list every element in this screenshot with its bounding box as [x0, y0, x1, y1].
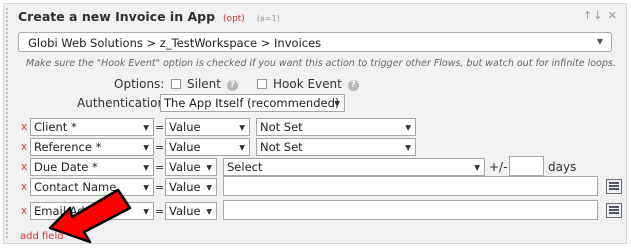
hook-event-checkbox[interactable]	[257, 79, 267, 89]
account-select[interactable]: Globi Web Solutions > z_TestWorkspace > …	[18, 32, 612, 52]
chevron-down-icon: ▼	[405, 123, 411, 132]
add-field-link[interactable]: add field	[20, 231, 64, 242]
options-label: Options:	[114, 77, 165, 91]
silent-option[interactable]: Silent?	[171, 77, 238, 91]
equals-sign: =	[155, 141, 165, 154]
chevron-down-icon: ▼	[206, 207, 212, 216]
close-icon[interactable]: ✕	[608, 9, 618, 22]
days-offset-input[interactable]	[509, 156, 544, 176]
mode-value: Value	[169, 180, 201, 194]
value-text: Select	[227, 160, 263, 174]
mode-value: Value	[169, 140, 201, 154]
action-panel: Create a new Invoice in App (opt) (a=1) ↑↓…	[3, 3, 627, 244]
remove-field-button[interactable]: x	[21, 181, 27, 193]
days-label: days	[548, 160, 577, 174]
mode-select[interactable]: Value ▼	[165, 178, 217, 196]
value-select[interactable]: Not Set ▼	[256, 138, 416, 156]
authentication-label: Authentication:	[77, 96, 170, 110]
remove-field-button[interactable]: x	[21, 161, 27, 173]
chevron-down-icon: ▼	[239, 123, 245, 132]
help-icon[interactable]: ?	[347, 80, 359, 91]
mode-select[interactable]: Value ▼	[165, 138, 250, 156]
remove-field-button[interactable]: x	[21, 121, 27, 133]
chevron-down-icon: ▼	[206, 183, 212, 192]
action-title-text: Create a new Invoice in App	[18, 9, 216, 24]
action-controls: ↑↓ ✕	[583, 9, 618, 22]
equals-sign: =	[155, 161, 165, 174]
authentication-value: The App Itself (recommended)	[164, 96, 340, 110]
chevron-down-icon: ▼	[596, 37, 603, 46]
date-select[interactable]: Select ▼	[223, 158, 485, 176]
authentication-select[interactable]: The App Itself (recommended) ▼	[160, 94, 345, 112]
hook-event-option[interactable]: Hook Event?	[257, 77, 359, 91]
optional-label: (opt)	[223, 14, 245, 24]
equals-sign: =	[155, 205, 165, 218]
account-path: Globi Web Solutions > z_TestWorkspace > …	[28, 36, 322, 50]
equals-sign: =	[155, 121, 165, 134]
hook-event-note: Make sure the "Hook Event" option is che…	[26, 58, 616, 69]
chevron-down-icon: ▼	[206, 163, 212, 172]
value-input[interactable]	[223, 176, 598, 196]
field-select[interactable]: Reference * ▼	[30, 138, 154, 156]
chevron-down-icon: ▼	[405, 143, 411, 152]
move-up-icon[interactable]: ↑	[583, 9, 593, 22]
chevron-down-icon: ▼	[143, 163, 149, 172]
mode-select[interactable]: Value ▼	[165, 202, 217, 220]
mode-select[interactable]: Value ▼	[165, 118, 250, 136]
mode-value: Value	[169, 160, 201, 174]
field-name: Reference *	[34, 140, 102, 154]
move-down-icon[interactable]: ↓	[593, 9, 603, 22]
action-title: Create a new Invoice in App (opt) (a=1)	[18, 9, 280, 24]
silent-checkbox[interactable]	[171, 79, 181, 89]
value-text: Not Set	[260, 140, 303, 154]
drag-handle[interactable]	[5, 7, 9, 240]
chevron-down-icon: ▼	[334, 99, 340, 108]
chevron-down-icon: ▼	[143, 143, 149, 152]
value-text: Not Set	[260, 120, 303, 134]
silent-label: Silent	[187, 77, 221, 91]
remove-field-button[interactable]: x	[21, 141, 27, 153]
offset-label: +/-	[489, 160, 508, 174]
action-id: (a=1)	[256, 14, 280, 23]
chevron-down-icon: ▼	[474, 163, 480, 172]
value-select[interactable]: Not Set ▼	[256, 118, 416, 136]
help-icon[interactable]: ?	[226, 80, 238, 91]
mode-value: Value	[169, 120, 201, 134]
chevron-down-icon: ▼	[143, 123, 149, 132]
field-select[interactable]: Client * ▼	[30, 118, 154, 136]
mode-value: Value	[169, 204, 201, 218]
text-picker-icon[interactable]	[606, 203, 622, 218]
chevron-down-icon: ▼	[239, 143, 245, 152]
hook-event-label: Hook Event	[273, 77, 342, 91]
field-select[interactable]: Due Date * ▼	[30, 158, 154, 176]
equals-sign: =	[155, 181, 165, 194]
remove-field-button[interactable]: x	[21, 205, 27, 217]
field-name: Client *	[34, 120, 77, 134]
text-picker-icon[interactable]	[606, 179, 622, 194]
mode-select[interactable]: Value ▼	[165, 158, 217, 176]
field-name: Due Date *	[34, 160, 98, 174]
value-input[interactable]	[223, 200, 598, 220]
